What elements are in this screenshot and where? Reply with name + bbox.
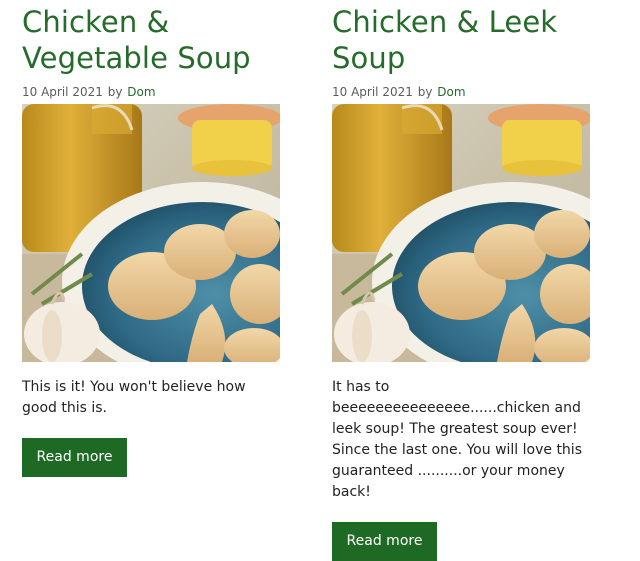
blog-post-card: Chicken & Leek Soup 10 April 2021 by Dom xyxy=(332,0,590,561)
post-meta: 10 April 2021 by Dom xyxy=(332,84,590,100)
blog-post-card: Chicken & Vegetable Soup 10 April 2021 b… xyxy=(22,0,280,477)
post-excerpt: This is it! You won't believe how good t… xyxy=(22,379,246,416)
post-thumbnail-link[interactable] xyxy=(22,104,280,362)
post-excerpt: It has to beeeeeeeeeeeeeee......chicken … xyxy=(332,379,582,500)
post-title-link[interactable]: Chicken & Vegetable Soup xyxy=(22,5,251,75)
post-title-line-2[interactable]: Vegetable Soup xyxy=(22,41,251,75)
post-title-link[interactable]: Chicken & Leek Soup xyxy=(332,5,557,75)
post-title[interactable]: Chicken & Vegetable Soup xyxy=(22,0,280,76)
chicken-soup-photo-icon xyxy=(332,104,590,362)
post-date: 10 April 2021 xyxy=(22,85,103,99)
post-author-link[interactable]: Dom xyxy=(127,85,155,99)
post-title[interactable]: Chicken & Leek Soup xyxy=(332,0,590,76)
read-more-button[interactable]: Read more xyxy=(22,438,127,477)
post-date: 10 April 2021 xyxy=(332,85,413,99)
post-thumbnail-link[interactable] xyxy=(332,104,590,362)
read-more-button[interactable]: Read more xyxy=(332,522,437,561)
post-author-link[interactable]: Dom xyxy=(437,85,465,99)
post-title-line-2[interactable]: Soup xyxy=(332,41,405,75)
post-meta: 10 April 2021 by Dom xyxy=(22,84,280,100)
post-by-label: by xyxy=(417,85,433,99)
post-title-line-1[interactable]: Chicken & Leek xyxy=(332,5,557,39)
blog-post-grid: Chicken & Vegetable Soup 10 April 2021 b… xyxy=(0,0,640,561)
post-title-line-1[interactable]: Chicken & xyxy=(22,5,169,39)
chicken-soup-photo-icon xyxy=(22,104,280,362)
post-by-label: by xyxy=(107,85,123,99)
